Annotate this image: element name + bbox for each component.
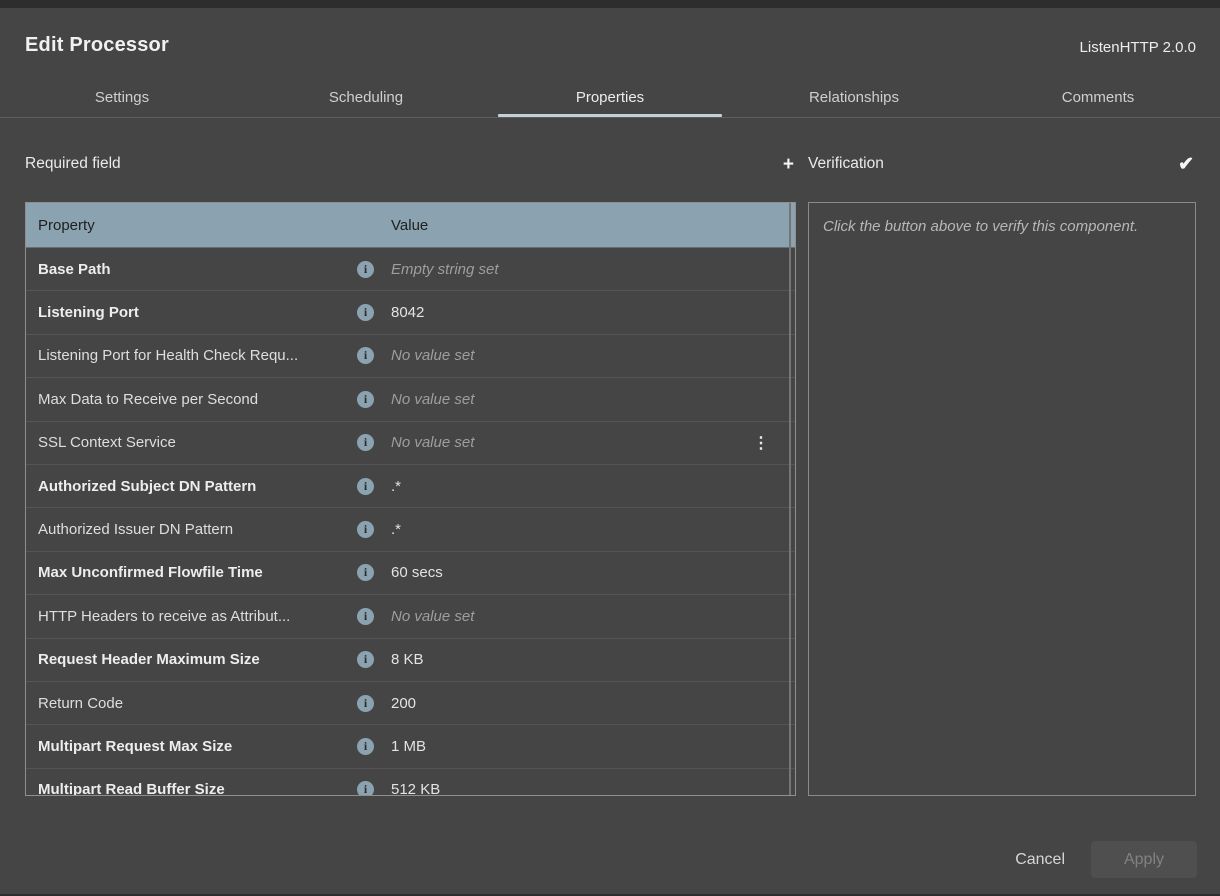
info-icon[interactable]: i (357, 261, 374, 278)
info-icon[interactable]: i (357, 391, 374, 408)
tab-label: Relationships (809, 89, 899, 106)
edit-processor-dialog: Edit Processor ListenHTTP 2.0.0 Settings… (0, 8, 1220, 894)
property-value[interactable]: 8042 (391, 304, 783, 321)
property-value[interactable]: 8 KB (391, 651, 783, 668)
table-row[interactable]: Authorized Issuer DN Pattern i .* ⋮ (26, 508, 795, 551)
table-row[interactable]: HTTP Headers to receive as Attribut... i… (26, 595, 795, 638)
add-property-icon[interactable]: + (781, 155, 796, 174)
properties-table: Property Value Base Path i Empty string … (25, 202, 796, 796)
property-name: Base Path (38, 261, 357, 278)
property-value[interactable]: No value set (391, 347, 783, 364)
tab-properties[interactable]: Properties (488, 78, 732, 117)
property-value[interactable]: Empty string set (391, 261, 783, 278)
property-value[interactable]: .* (391, 478, 783, 495)
tab-scheduling[interactable]: Scheduling (244, 78, 488, 117)
required-field-label: Required field (25, 155, 121, 173)
verification-panel: Click the button above to verify this co… (808, 202, 1196, 796)
property-name: Max Data to Receive per Second (38, 391, 357, 408)
table-row[interactable]: Listening Port for Health Check Requ... … (26, 335, 795, 378)
property-value[interactable]: No value set (391, 608, 783, 625)
property-name: HTTP Headers to receive as Attribut... (38, 608, 357, 625)
info-icon[interactable]: i (357, 608, 374, 625)
info-icon[interactable]: i (357, 347, 374, 364)
property-name: SSL Context Service (38, 434, 357, 451)
info-icon[interactable]: i (357, 434, 374, 451)
property-name: Listening Port (38, 304, 357, 321)
property-name: Multipart Read Buffer Size (38, 781, 357, 796)
info-icon[interactable]: i (357, 304, 374, 321)
cancel-button[interactable]: Cancel (1013, 845, 1067, 875)
info-icon[interactable]: i (357, 564, 374, 581)
info-icon[interactable]: i (357, 478, 374, 495)
property-value[interactable]: No value set (391, 434, 753, 451)
verify-check-icon[interactable]: ✔ (1176, 155, 1196, 174)
table-scrollbar[interactable] (789, 203, 791, 795)
more-options-icon[interactable]: ⋮ (753, 433, 769, 453)
dialog-footer: Cancel Apply (1013, 841, 1197, 878)
verification-message: Click the button above to verify this co… (823, 215, 1181, 239)
verification-label: Verification (808, 155, 884, 173)
property-name: Listening Port for Health Check Requ... (38, 347, 357, 364)
table-row[interactable]: Base Path i Empty string set ⋮ (26, 248, 795, 291)
info-icon[interactable]: i (357, 781, 374, 796)
apply-button[interactable]: Apply (1091, 841, 1197, 878)
property-value[interactable]: 60 secs (391, 564, 783, 581)
table-row[interactable]: Max Data to Receive per Second i No valu… (26, 378, 795, 421)
property-name: Request Header Maximum Size (38, 651, 357, 668)
tab-bar: Settings Scheduling Properties Relations… (0, 78, 1220, 118)
property-value[interactable]: 200 (391, 695, 783, 712)
table-row[interactable]: Multipart Read Buffer Size i 512 KB ⋮ (26, 769, 795, 796)
info-icon[interactable]: i (357, 695, 374, 712)
info-icon[interactable]: i (357, 521, 374, 538)
info-icon[interactable]: i (357, 738, 374, 755)
table-row[interactable]: Return Code i 200 ⋮ (26, 682, 795, 725)
table-row[interactable]: Request Header Maximum Size i 8 KB ⋮ (26, 639, 795, 682)
property-value[interactable]: .* (391, 521, 783, 538)
property-name: Max Unconfirmed Flowfile Time (38, 564, 357, 581)
tab-settings[interactable]: Settings (0, 78, 244, 117)
tab-relationships[interactable]: Relationships (732, 78, 976, 117)
property-value[interactable]: 512 KB (391, 781, 783, 796)
property-name: Authorized Subject DN Pattern (38, 478, 357, 495)
property-name: Return Code (38, 695, 357, 712)
tab-comments[interactable]: Comments (976, 78, 1220, 117)
page-title: Edit Processor (25, 34, 169, 57)
property-value[interactable]: 1 MB (391, 738, 783, 755)
table-row[interactable]: Max Unconfirmed Flowfile Time i 60 secs … (26, 552, 795, 595)
table-row[interactable]: Multipart Request Max Size i 1 MB ⋮ (26, 725, 795, 768)
tab-label: Scheduling (329, 89, 403, 106)
table-header-row: Property Value (26, 203, 795, 248)
property-name: Authorized Issuer DN Pattern (38, 521, 357, 538)
column-header-value: Value (391, 217, 428, 234)
table-row[interactable]: Authorized Subject DN Pattern i .* ⋮ (26, 465, 795, 508)
tab-label: Comments (1062, 89, 1135, 106)
property-value[interactable]: No value set (391, 391, 783, 408)
table-row[interactable]: Listening Port i 8042 ⋮ (26, 291, 795, 334)
processor-type-label: ListenHTTP 2.0.0 (1080, 39, 1196, 56)
verification-column: Verification ✔ Click the button above to… (808, 150, 1196, 178)
tab-label: Settings (95, 89, 149, 106)
table-row[interactable]: SSL Context Service i No value set ⋮ (26, 422, 795, 465)
property-name: Multipart Request Max Size (38, 738, 357, 755)
column-header-property: Property (38, 217, 391, 234)
info-icon[interactable]: i (357, 651, 374, 668)
properties-column: Required field + Property Value Base Pat… (25, 150, 796, 178)
tab-label: Properties (576, 89, 644, 106)
